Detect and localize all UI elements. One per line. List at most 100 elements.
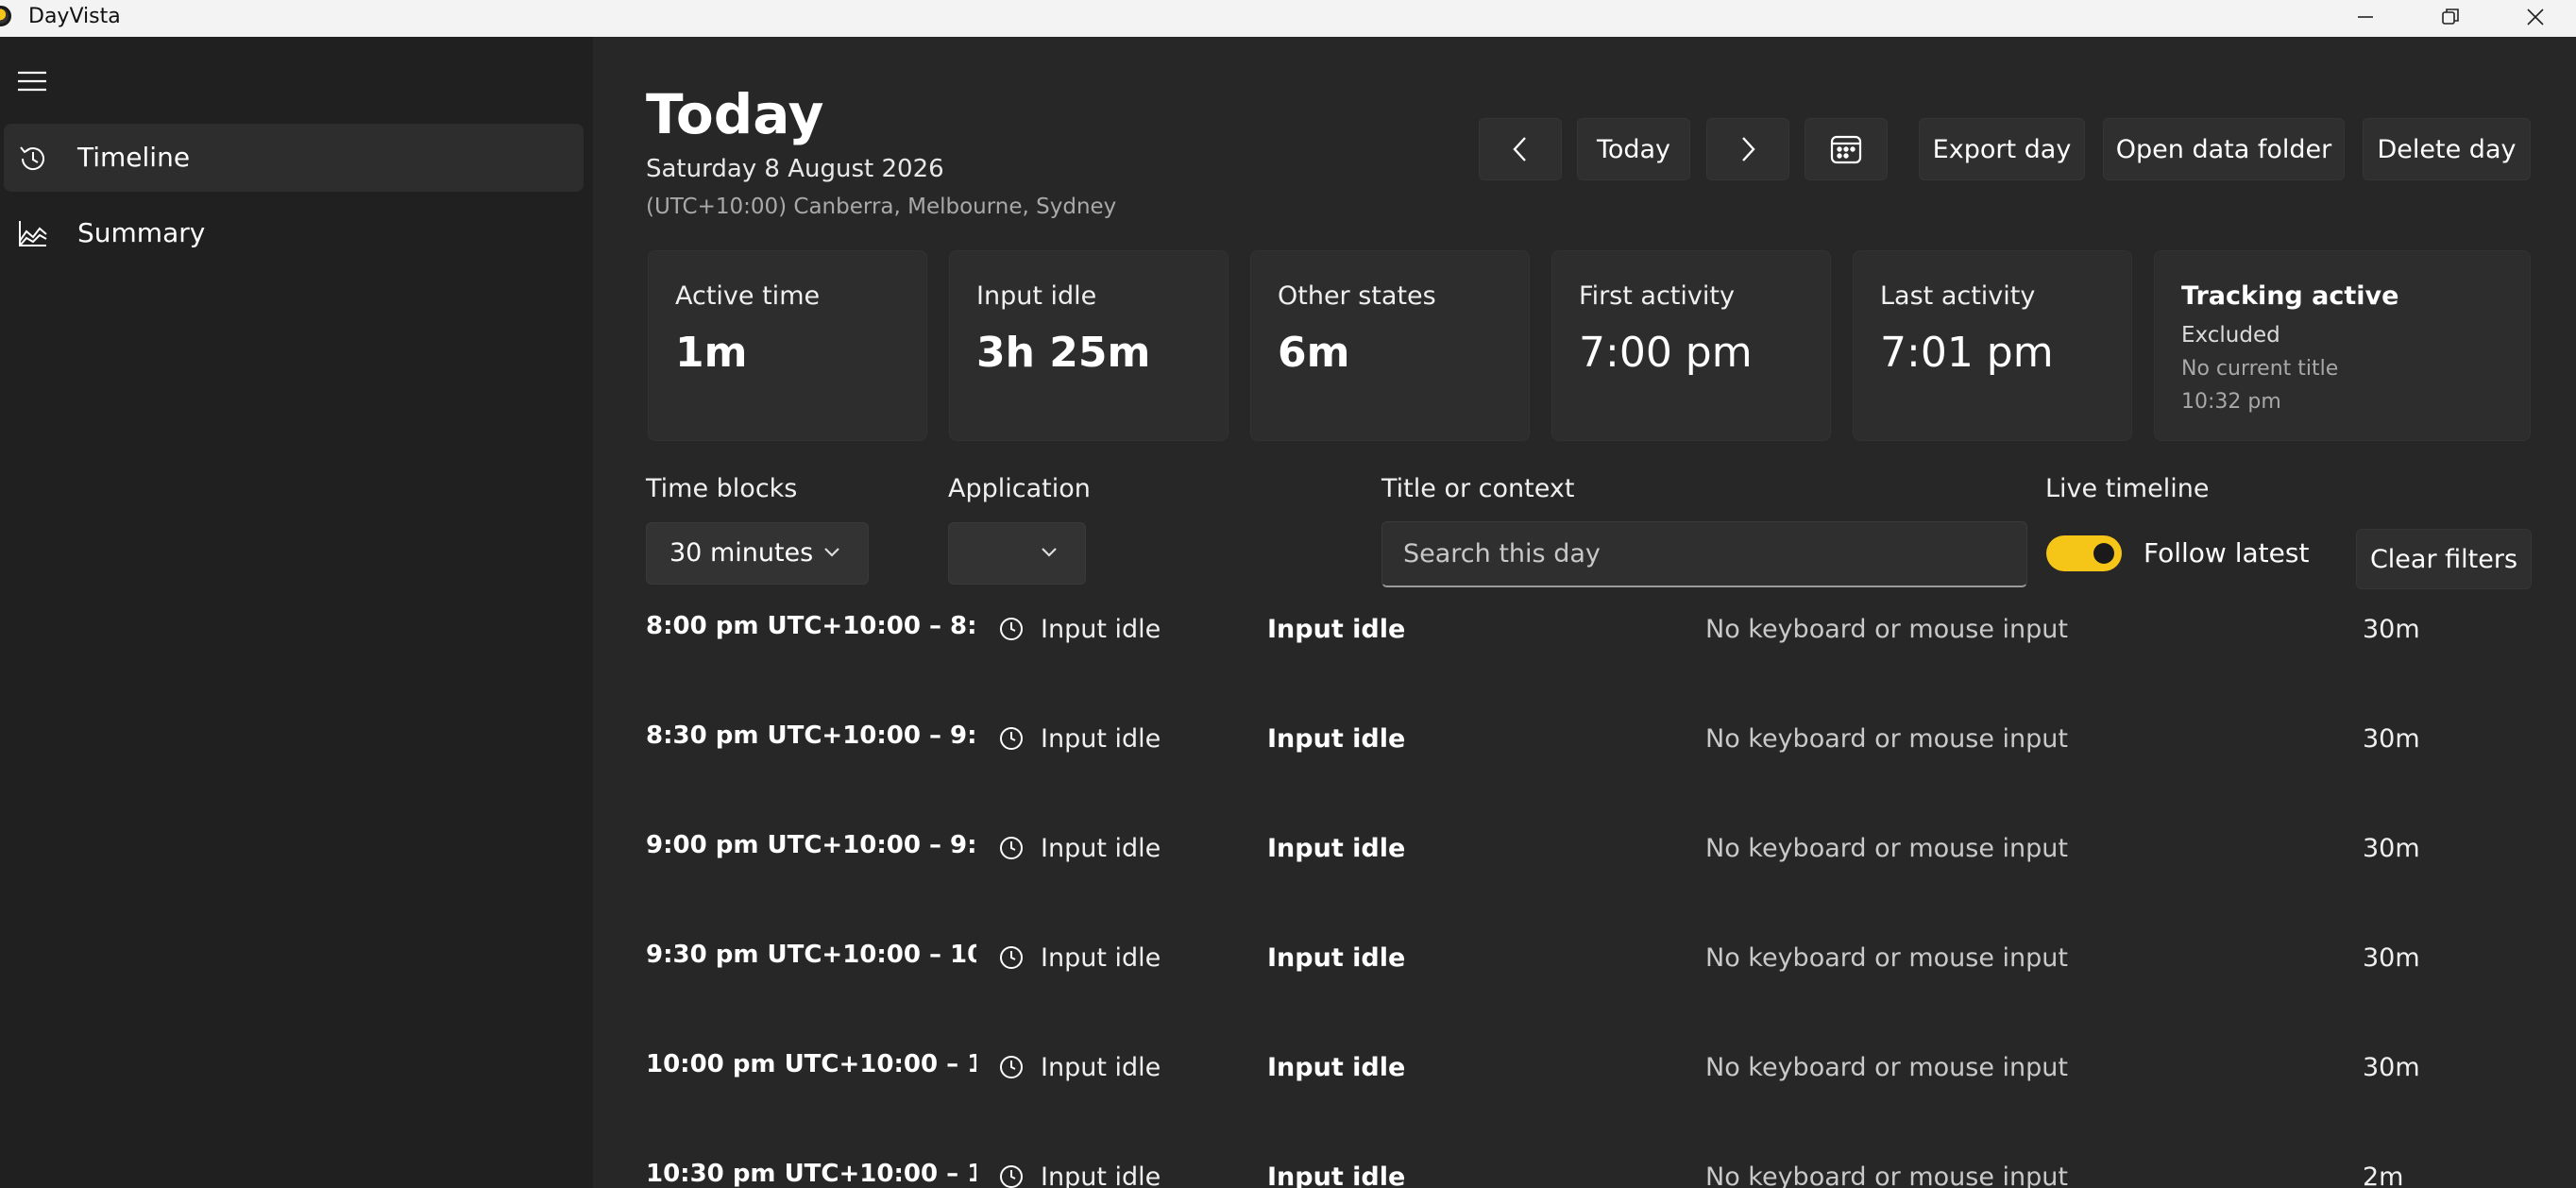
row-application: Input idle: [1267, 1163, 1406, 1188]
stat-label: Last activity: [1880, 281, 2036, 311]
stat-card-first-activity: First activity 7:00 pm: [1551, 250, 1831, 441]
calendar-icon: [1830, 135, 1862, 164]
table-row[interactable]: 10:00 pm UTC+10:00 – 10:30 pm Input idle…: [646, 1038, 2534, 1147]
clock-icon: [1000, 1056, 1023, 1078]
menu-button[interactable]: [15, 65, 49, 97]
row-state: Input idle: [1041, 1163, 1161, 1188]
row-title: No keyboard or mouse input: [1705, 615, 2068, 644]
row-time-range: 10:00 pm UTC+10:00 – 10:30 pm: [646, 1050, 976, 1078]
search-input[interactable]: [1382, 522, 2026, 586]
next-day-button[interactable]: [1706, 118, 1789, 180]
row-duration: 30m: [2363, 615, 2420, 644]
sidebar: Timeline Summary: [0, 37, 593, 1188]
tracking-status: Tracking active: [2181, 281, 2399, 311]
area-chart-icon: [19, 221, 47, 246]
row-state: Input idle: [1041, 943, 1161, 973]
table-row[interactable]: 10:30 pm UTC+10:00 – 11:00 pm Input idle…: [646, 1147, 2534, 1188]
minimize-icon: [2358, 16, 2373, 18]
time-blocks-value: 30 minutes: [669, 538, 814, 568]
timezone-label: (UTC+10:00) Canberra, Melbourne, Sydney: [646, 195, 1117, 219]
tracking-time: 10:32 pm: [2181, 390, 2281, 414]
clock-icon: [1000, 618, 1023, 640]
row-time-range: 9:00 pm UTC+10:00 – 9:30 pm: [646, 831, 976, 859]
delete-day-button[interactable]: Delete day: [2363, 118, 2531, 180]
table-row[interactable]: 8:30 pm UTC+10:00 – 9:00 pm Input idle I…: [646, 709, 2534, 819]
follow-latest-toggle[interactable]: [2046, 535, 2122, 571]
live-timeline-label: Live timeline: [2045, 474, 2210, 503]
row-application: Input idle: [1267, 943, 1406, 973]
restore-icon: [2442, 8, 2459, 25]
row-state: Input idle: [1041, 834, 1161, 863]
clock-icon: [1000, 727, 1023, 750]
app-title: DayVista: [28, 5, 121, 28]
calendar-button[interactable]: [1805, 118, 1888, 180]
toggle-knob: [2093, 543, 2114, 564]
table-row[interactable]: 9:30 pm UTC+10:00 – 10:00 pm Input idle …: [646, 928, 2534, 1038]
tracking-current-title: No current title: [2181, 357, 2339, 381]
stat-value: 7:01 pm: [1880, 329, 2054, 377]
stat-card-input-idle: Input idle 3h 25m: [949, 250, 1229, 441]
chevron-right-icon: [1742, 137, 1755, 161]
sidebar-item-timeline[interactable]: Timeline: [4, 124, 584, 192]
page-date: Saturday 8 August 2026: [646, 155, 944, 183]
open-data-folder-button[interactable]: Open data folder: [2103, 118, 2345, 180]
application-dropdown[interactable]: [948, 522, 1086, 585]
stat-card-active-time: Active time 1m: [648, 250, 927, 441]
title-context-label: Title or context: [1381, 474, 1575, 503]
app-logo-icon: [0, 6, 11, 26]
title-bar: DayVista: [0, 0, 2576, 37]
stat-card-other-states: Other states 6m: [1250, 250, 1530, 441]
previous-day-button[interactable]: [1479, 118, 1562, 180]
row-duration: 30m: [2363, 943, 2420, 973]
stat-label: Input idle: [976, 281, 1097, 311]
sidebar-item-label: Timeline: [77, 142, 191, 173]
sidebar-item-label: Summary: [77, 217, 206, 248]
tracking-state: Excluded: [2181, 323, 2280, 348]
export-day-button[interactable]: Export day: [1919, 118, 2085, 180]
row-title: No keyboard or mouse input: [1705, 834, 2068, 863]
stat-value: 7:00 pm: [1579, 329, 1753, 377]
row-application: Input idle: [1267, 724, 1406, 754]
row-duration: 30m: [2363, 834, 2420, 863]
stat-card-tracking: Tracking active Excluded No current titl…: [2154, 250, 2531, 441]
clock-icon: [1000, 946, 1023, 969]
row-application: Input idle: [1267, 834, 1406, 863]
row-time-range: 9:30 pm UTC+10:00 – 10:00 pm: [646, 941, 976, 969]
row-time-range: 8:00 pm UTC+10:00 – 8:30 pm: [646, 612, 976, 640]
stat-card-last-activity: Last activity 7:01 pm: [1853, 250, 2132, 441]
time-blocks-dropdown[interactable]: 30 minutes: [646, 522, 869, 585]
stat-label: Other states: [1278, 281, 1436, 311]
row-application: Input idle: [1267, 615, 1406, 644]
row-state: Input idle: [1041, 724, 1161, 754]
application-label: Application: [948, 474, 1091, 503]
hamburger-icon: [18, 71, 46, 92]
row-title: No keyboard or mouse input: [1705, 943, 2068, 973]
clock-icon: [1000, 837, 1023, 859]
row-time-range: 8:30 pm UTC+10:00 – 9:00 pm: [646, 721, 976, 750]
close-button[interactable]: [2493, 0, 2576, 34]
table-row[interactable]: 9:00 pm UTC+10:00 – 9:30 pm Input idle I…: [646, 819, 2534, 928]
stat-label: First activity: [1579, 281, 1735, 311]
chevron-down-icon: [824, 548, 839, 557]
page-title: Today: [646, 82, 824, 146]
clock-icon: [1000, 1165, 1023, 1188]
stat-value: 6m: [1278, 329, 1350, 377]
sidebar-item-summary[interactable]: Summary: [4, 199, 584, 267]
today-button[interactable]: Today: [1577, 118, 1690, 180]
row-duration: 30m: [2363, 724, 2420, 754]
close-icon: [2527, 8, 2544, 25]
row-title: No keyboard or mouse input: [1705, 1163, 2068, 1188]
row-duration: 30m: [2363, 1053, 2420, 1082]
row-title: No keyboard or mouse input: [1705, 724, 2068, 754]
table-row[interactable]: 8:00 pm UTC+10:00 – 8:30 pm Input idle I…: [646, 600, 2534, 709]
clear-filters-button[interactable]: Clear filters: [2356, 529, 2532, 589]
search-box: [1381, 521, 2027, 587]
stat-label: Active time: [675, 281, 821, 311]
row-state: Input idle: [1041, 615, 1161, 644]
maximize-button[interactable]: [2408, 0, 2493, 34]
row-state: Input idle: [1041, 1053, 1161, 1082]
follow-latest-label: Follow latest: [2144, 537, 2310, 569]
chevron-down-icon: [1042, 548, 1057, 557]
row-title: No keyboard or mouse input: [1705, 1053, 2068, 1082]
minimize-button[interactable]: [2323, 0, 2408, 34]
